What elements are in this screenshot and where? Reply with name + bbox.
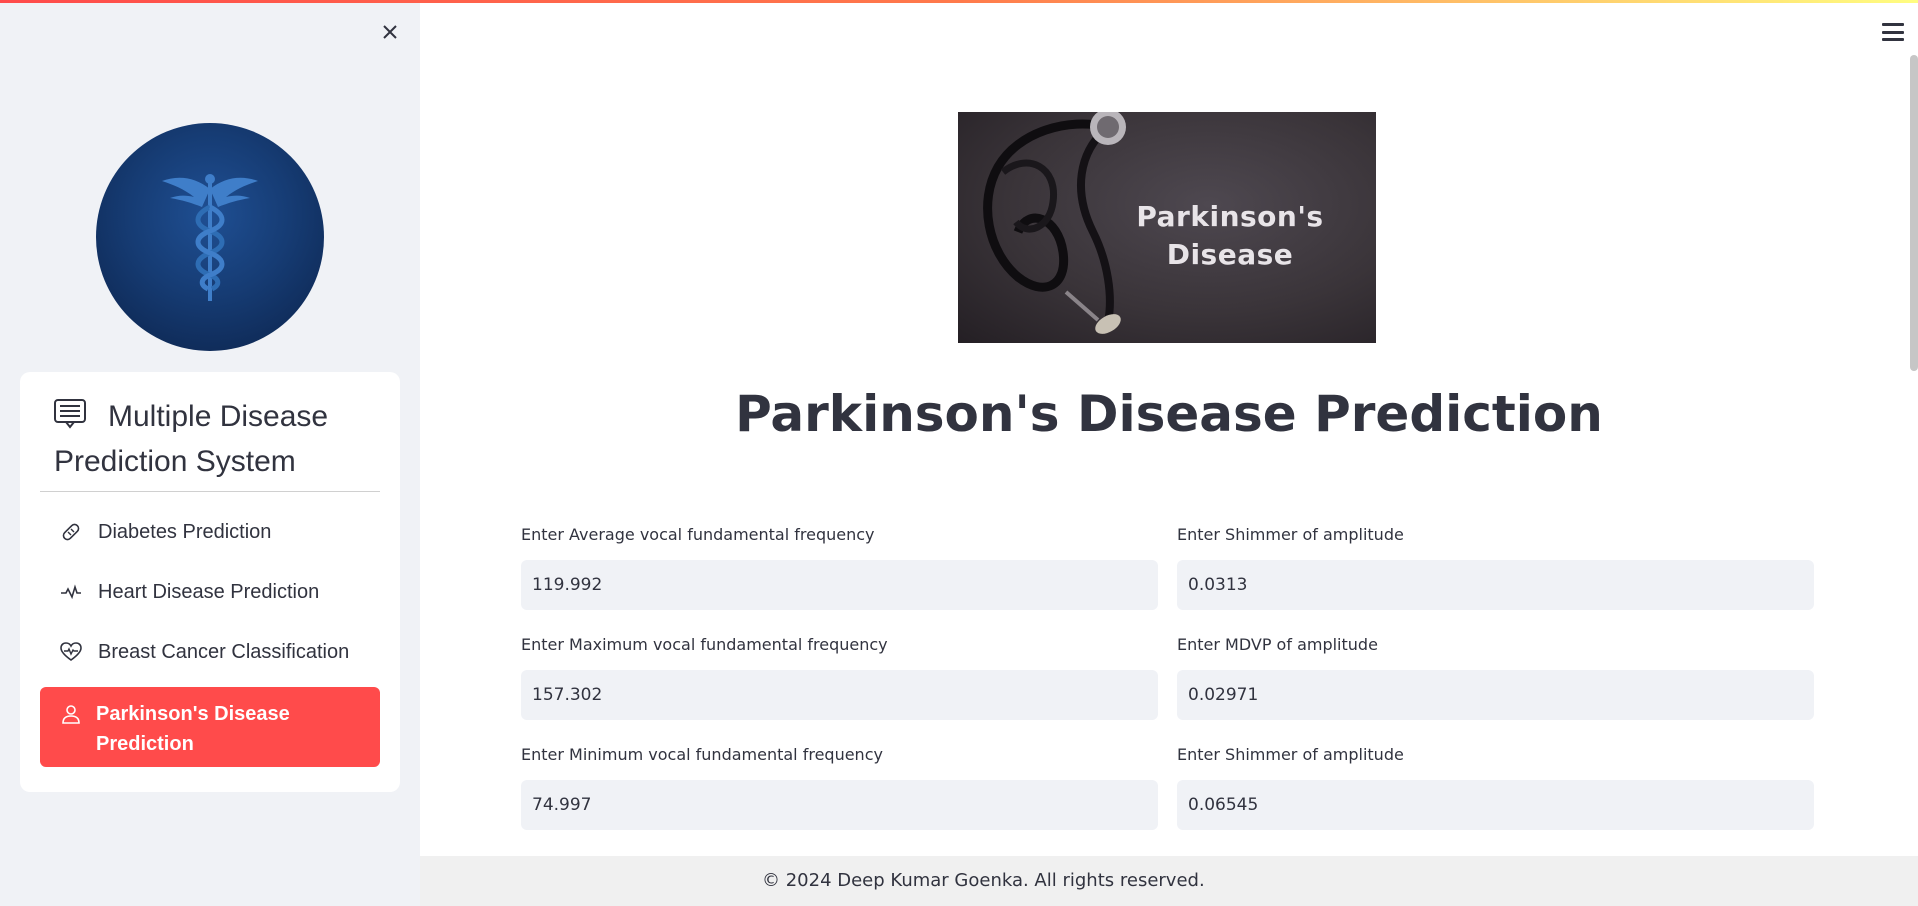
menu-item-parkinsons[interactable]: Parkinson's Disease Prediction — [40, 687, 380, 767]
main-menu-button[interactable] — [1880, 20, 1906, 44]
mdvp-amplitude-label: Enter MDVP of amplitude — [1177, 635, 1378, 654]
hero-image-caption: Parkinson's Disease — [1136, 200, 1324, 271]
hamburger-line — [1882, 30, 1904, 34]
menu-list-icon — [54, 399, 86, 429]
min-vocal-frequency-label: Enter Minimum vocal fundamental frequenc… — [521, 745, 883, 764]
max-vocal-frequency-input[interactable] — [521, 670, 1158, 720]
person-icon — [60, 703, 82, 725]
footer: © 2024 Deep Kumar Goenka. All rights res… — [420, 856, 1918, 906]
main-content: Parkinson's Disease Parkinson's Disease … — [420, 0, 1918, 906]
bandaid-icon — [60, 521, 82, 543]
menu-title: Multiple Disease Prediction System — [54, 394, 374, 484]
hamburger-line — [1882, 23, 1904, 26]
caduceus-icon — [162, 174, 258, 301]
menu-item-breast-cancer[interactable]: Breast Cancer Classification — [40, 626, 380, 678]
menu-item-label: Heart Disease Prediction — [98, 580, 320, 603]
min-vocal-frequency-input[interactable] — [521, 780, 1158, 830]
menu-item-label: Parkinson's Disease Prediction — [96, 703, 290, 755]
shimmer-amplitude-label: Enter Shimmer of amplitude — [1177, 525, 1404, 544]
close-sidebar-button[interactable] — [376, 18, 404, 46]
menu-title-text: Multiple Disease Prediction System — [54, 400, 329, 478]
heart-pulse-icon — [60, 641, 82, 663]
menu-item-label: Breast Cancer Classification — [98, 640, 350, 663]
menu-item-label: Diabetes Prediction — [98, 520, 272, 543]
avg-vocal-frequency-label: Enter Average vocal fundamental frequenc… — [521, 525, 875, 544]
top-decoration-bar — [0, 0, 1918, 3]
menu-item-heart-disease[interactable]: Heart Disease Prediction — [40, 566, 380, 618]
page-title: Parkinson's Disease Prediction — [735, 385, 1603, 443]
shimmer-amplitude-2-label: Enter Shimmer of amplitude — [1177, 745, 1404, 764]
navigation-menu: Multiple Disease Prediction System Diabe… — [20, 372, 400, 792]
close-icon — [383, 25, 397, 39]
app-logo — [96, 123, 324, 351]
menu-item-diabetes[interactable]: Diabetes Prediction — [40, 506, 380, 558]
scrollbar-thumb[interactable] — [1910, 55, 1918, 371]
hamburger-line — [1882, 38, 1904, 41]
avg-vocal-frequency-input[interactable] — [521, 560, 1158, 610]
menu-divider — [40, 491, 380, 492]
activity-icon — [60, 581, 82, 603]
mdvp-amplitude-input[interactable] — [1177, 670, 1814, 720]
hero-image: Parkinson's Disease — [958, 112, 1376, 343]
max-vocal-frequency-label: Enter Maximum vocal fundamental frequenc… — [521, 635, 888, 654]
shimmer-amplitude-input[interactable] — [1177, 560, 1814, 610]
footer-copyright: © 2024 Deep Kumar Goenka. All rights res… — [762, 870, 1205, 891]
shimmer-amplitude-2-input[interactable] — [1177, 780, 1814, 830]
sidebar: Multiple Disease Prediction System Diabe… — [0, 0, 420, 906]
